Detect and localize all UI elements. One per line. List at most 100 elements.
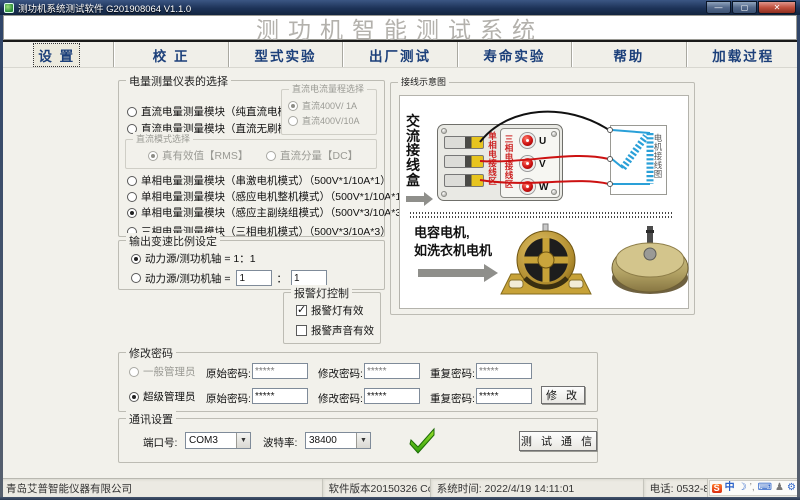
settings-page: 电量测量仪表的选择 直流电量测量模块（纯直流电模式） 直流电量测量模块（直流无刷… xyxy=(0,68,800,478)
chevron-down-icon[interactable]: ▼ xyxy=(356,433,370,448)
plug-terminal-1 xyxy=(444,136,484,149)
three-phase-panel: 三相电接线区 U V W xyxy=(500,128,560,198)
radio-button xyxy=(129,367,139,377)
port-select[interactable]: COM3 ▼ xyxy=(185,432,251,449)
super-new-password[interactable] xyxy=(364,388,420,404)
statusbar: 青岛艾普智能仪器有限公司 软件版本20150326 Com:24 系统时间: 2… xyxy=(0,478,800,497)
comm-group: 通讯设置 端口号: COM3 ▼ 波特率: 38400 ▼ 测 试 通 信 xyxy=(118,418,598,463)
plug-terminal-3 xyxy=(444,174,484,187)
minimize-button[interactable]: — xyxy=(706,1,731,14)
radio-dc-component: 直流分量【DC】 xyxy=(266,148,358,163)
checkbox xyxy=(296,325,307,336)
comm-ok-icon xyxy=(407,425,437,455)
app-icon xyxy=(4,3,14,13)
radio-single-induction-whole[interactable]: 单相电量测量模块（感应电机整机模式）（500V*1/10A*1） xyxy=(127,189,412,204)
window-frame xyxy=(0,15,3,497)
radio-super-admin[interactable]: 超级管理员 xyxy=(129,389,196,404)
alarm-group: 报警灯控制 报警灯有效 报警声音有效 xyxy=(283,292,381,344)
radio-button xyxy=(288,101,298,111)
radio-button xyxy=(127,176,137,186)
tab-load-process[interactable]: 加载过程 xyxy=(686,42,800,67)
radio-button xyxy=(131,273,141,283)
fan-motor xyxy=(612,226,688,294)
radio-ratio-fixed[interactable]: 动力源/测功机轴 = 1：1 xyxy=(131,251,256,266)
maximize-button[interactable]: ▢ xyxy=(732,1,757,14)
ime-toolbar: S 中 ☽ ’, ⌨ ♟ ⚙ xyxy=(709,480,799,496)
washing-machine-motor xyxy=(501,224,591,294)
capacitor-motor-note: 电容电机, 如洗衣机电机 xyxy=(414,224,492,259)
dc-range-group: 直流电流量程选择 直流400V/ 1A 直流400V/10A xyxy=(281,89,377,135)
motor-photos xyxy=(495,220,690,308)
motor-diagram-label: 电机接线图 xyxy=(653,134,663,179)
radio-button xyxy=(148,151,158,161)
single-phase-label: 单相电接线区 xyxy=(487,132,498,186)
normal-repeat-password xyxy=(476,363,532,379)
ratio-value1-input[interactable] xyxy=(236,270,272,286)
radio-button xyxy=(288,116,298,126)
baud-select[interactable]: 38400 ▼ xyxy=(305,432,371,449)
dc-mode-group: 直流模式选择 真有效值【RMS】 直流分量【DC】 xyxy=(125,139,377,169)
radio-single-induction-winding[interactable]: 单相电量测量模块（感应主副绕组模式）（500V*3/10A*3） xyxy=(127,205,412,220)
radio-button xyxy=(127,192,137,202)
status-phone: 电话: 0532-87 xyxy=(644,479,708,497)
status-time: 系统时间: 2022/4/19 14:11:01 xyxy=(431,479,644,497)
ratio-value2-input[interactable] xyxy=(291,270,327,286)
test-comm-button[interactable]: 测 试 通 信 xyxy=(519,431,597,451)
meter-select-group: 电量测量仪表的选择 直流电量测量模块（纯直流电模式） 直流电量测量模块（直流无刷… xyxy=(118,80,385,237)
tab-life-test[interactable]: 寿命实验 xyxy=(457,42,571,67)
person-icon[interactable]: ♟ xyxy=(775,483,784,493)
tab-settings[interactable]: 设 置 xyxy=(0,42,113,67)
motor-wiring-box: 电机接线图 xyxy=(610,125,667,195)
radio-button xyxy=(129,392,139,402)
radio-ratio-custom[interactable]: 动力源/测功机轴 = ： xyxy=(131,270,327,286)
tab-factory-test[interactable]: 出厂测试 xyxy=(342,42,456,67)
window-title: 测功机系统测试软件 G201908064 V1.1.0 xyxy=(18,1,191,15)
junction-box-label: 交流接线盒 xyxy=(405,114,421,187)
modify-password-button[interactable]: 修 改 xyxy=(541,386,585,404)
halfwidth-icon[interactable]: ☽ xyxy=(738,483,747,493)
terminal-v xyxy=(520,156,535,171)
normal-new-password xyxy=(364,363,420,379)
checkbox xyxy=(296,305,307,316)
wiring-group: 接线示意图 交流接线盒 单相电接线区 xyxy=(390,82,695,315)
radio-button xyxy=(127,208,137,218)
checkbox-alarm-light[interactable]: 报警灯有效 xyxy=(296,303,364,318)
normal-orig-password xyxy=(252,363,308,379)
tab-calibration[interactable]: 校 正 xyxy=(113,42,227,67)
status-version: 软件版本20150326 Com:24 xyxy=(323,479,431,497)
radio-button xyxy=(127,107,137,117)
wrench-icon[interactable]: ⚙ xyxy=(787,483,796,493)
radio-true-rms: 真有效值【RMS】 xyxy=(148,148,248,163)
radio-single-series[interactable]: 单相电量测量模块（串激电机模式）（500V*1/10A*1） xyxy=(127,173,391,188)
terminal-panel: 单相电接线区 三相电接线区 U V W xyxy=(437,124,563,201)
three-phase-label: 三相电接线区 xyxy=(504,135,514,189)
password-group: 修改密码 一般管理员 原始密码: 修改密码: 重复密码: 超级管理员 原始密码:… xyxy=(118,352,598,412)
sogou-icon[interactable]: S xyxy=(712,484,722,493)
right-arrow-icon xyxy=(406,192,434,206)
tabbar: 设 置 校 正 型式实验 出厂测试 寿命实验 帮助 加载过程 xyxy=(0,42,800,68)
chinese-mode-icon[interactable]: 中 xyxy=(725,483,735,493)
super-orig-password[interactable] xyxy=(252,388,308,404)
radio-button xyxy=(131,254,141,264)
tab-type-test[interactable]: 型式实验 xyxy=(228,42,342,67)
radio-dc-400v-1a: 直流400V/ 1A xyxy=(288,99,357,112)
app-window: 测功机系统测试软件 G201908064 V1.1.0 — ▢ ✕ 测功机智能测… xyxy=(0,0,800,500)
status-company: 青岛艾普智能仪器有限公司 xyxy=(0,479,323,497)
plug-terminal-2 xyxy=(444,155,484,168)
keyboard-icon[interactable]: ⌨ xyxy=(758,483,772,493)
terminal-w xyxy=(520,179,535,194)
group-title: 电量测量仪表的选择 xyxy=(126,73,231,89)
radio-button xyxy=(266,151,276,161)
ratio-group: 输出变速比例设定 动力源/测功机轴 = 1：1 动力源/测功机轴 = ： xyxy=(118,240,385,290)
radio-normal-admin: 一般管理员 xyxy=(129,364,196,379)
terminal-u xyxy=(520,133,535,148)
close-button[interactable]: ✕ xyxy=(758,1,796,14)
tab-help[interactable]: 帮助 xyxy=(571,42,685,67)
radio-dc-400v-10a: 直流400V/10A xyxy=(288,114,360,127)
punctuation-icon[interactable]: ’, xyxy=(750,483,755,493)
header-band: 测功机智能测试系统 xyxy=(3,15,797,40)
wiring-diagram: 交流接线盒 单相电接线区 三相电接线区 xyxy=(399,95,689,309)
checkbox-alarm-sound[interactable]: 报警声音有效 xyxy=(296,323,374,338)
super-repeat-password[interactable] xyxy=(476,388,532,404)
chevron-down-icon[interactable]: ▼ xyxy=(236,433,250,448)
